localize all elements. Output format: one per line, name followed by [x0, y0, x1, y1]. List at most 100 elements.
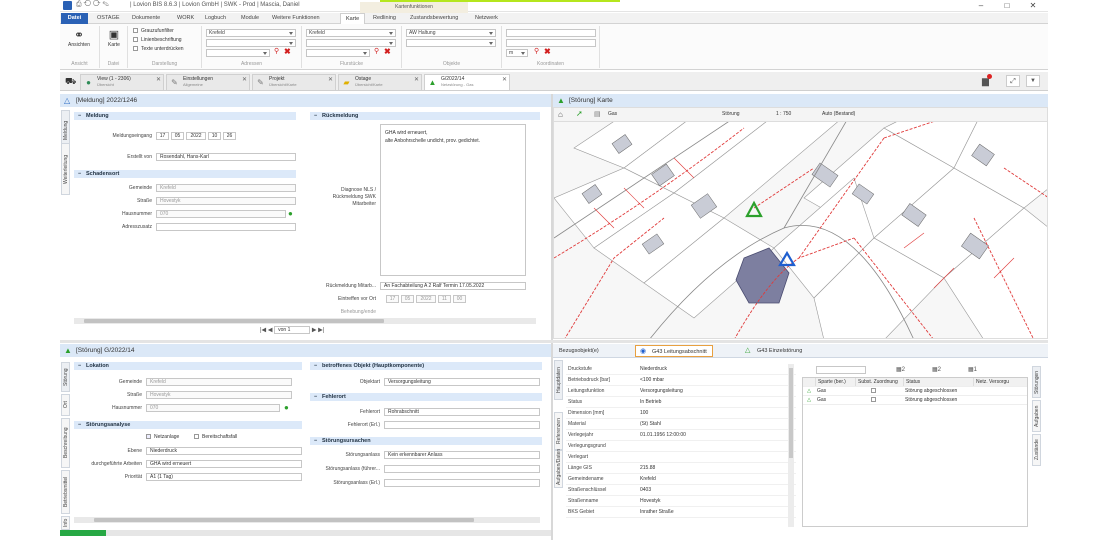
doc-tab-projekt[interactable]: ✎ Projekt Übersicht/Karte ✕: [252, 74, 336, 90]
stoerung-scrollbar[interactable]: [74, 517, 540, 523]
adressen-gemeinde-select[interactable]: Krefeld: [206, 29, 296, 37]
tab-redlining[interactable]: Redlining: [368, 13, 401, 24]
netzanlage-checkbox[interactable]: Netzanlage: [146, 434, 179, 440]
linienbeschriftung-checkbox[interactable]: Linienbeschriftung: [133, 37, 182, 43]
pin-icon[interactable]: ⚲: [274, 47, 279, 55]
koordinate-y-input[interactable]: [506, 39, 596, 47]
arbeiten-field[interactable]: GHA wird erneuert: [146, 460, 302, 468]
meldungseingang-month[interactable]: 05: [171, 132, 184, 140]
clear-icon[interactable]: ✖: [284, 47, 291, 56]
car-icon[interactable]: ⛟: [65, 76, 76, 88]
bereitschaftsfall-checkbox[interactable]: Bereitschaftsfall: [194, 434, 237, 440]
eintreffen-day[interactable]: 17: [386, 295, 399, 303]
flurstueck-nummer-select[interactable]: [306, 49, 370, 57]
lokation-gemeinde-field[interactable]: Krefeld: [146, 378, 292, 386]
doc-tab-view[interactable]: ● View (1 - 2306) Übersicht ✕: [80, 74, 164, 90]
tab-karte[interactable]: Karte: [340, 13, 366, 24]
meldungseingang-year[interactable]: 2022: [186, 132, 206, 140]
vtab-referenzen[interactable]: Referenzen: [554, 412, 563, 450]
vtab-stoerung[interactable]: Störung: [61, 362, 70, 392]
last-page-icon[interactable]: ▶|: [318, 328, 324, 334]
map-layer-select[interactable]: Störung: [722, 111, 740, 117]
eintreffen-minute[interactable]: 00: [453, 295, 466, 303]
tab-weitere-funktionen[interactable]: Weitere Funktionen: [267, 13, 325, 24]
first-page-icon[interactable]: |◀: [260, 328, 266, 334]
dropdown-icon[interactable]: ▼: [1026, 75, 1040, 87]
map-mode-select[interactable]: Auto (Bestand): [822, 111, 855, 117]
fehlerort-erl-field[interactable]: [384, 421, 540, 429]
doc-tab-einstellungen[interactable]: ✎ Einstellungen Allgemeine ✕: [166, 74, 250, 90]
tab-logbuch[interactable]: Logbuch: [200, 13, 231, 24]
vtab-beschreibung[interactable]: Beschreibung: [61, 418, 70, 468]
eintreffen-year[interactable]: 2022: [416, 295, 436, 303]
tab-datei[interactable]: Datei: [61, 13, 88, 24]
meldungseingang-day[interactable]: 17: [156, 132, 169, 140]
table-row[interactable]: △ Gas Störung abgeschlossen: [803, 396, 1027, 405]
map-home-icon[interactable]: ⌂: [558, 110, 563, 119]
tab-work[interactable]: WORK: [172, 13, 199, 24]
meldungseingang-minute[interactable]: 26: [223, 132, 236, 140]
eintreffen-month[interactable]: 05: [401, 295, 414, 303]
page-number-input[interactable]: von 1: [274, 326, 311, 334]
grid-export-icon[interactable]: ▦1: [968, 366, 977, 373]
grid-search-input[interactable]: [816, 366, 866, 374]
close-icon[interactable]: ✕: [1024, 1, 1042, 11]
ansichten-button[interactable]: ⚭ Ansichten: [64, 28, 94, 48]
objekte-id-input[interactable]: [406, 39, 496, 47]
map-view[interactable]: [553, 107, 1048, 339]
close-tab-icon[interactable]: ✕: [414, 77, 419, 83]
vtab-aufgaben[interactable]: Aufgaben: [1032, 400, 1041, 432]
tab-netzwerk[interactable]: Netzwerk: [470, 13, 503, 24]
location-pin-icon[interactable]: ●: [284, 403, 289, 412]
map-forward-icon[interactable]: ➚: [576, 109, 583, 118]
col-subst[interactable]: Subst. Zuordnung: [855, 378, 903, 386]
map-canvas[interactable]: [554, 108, 1048, 339]
lokation-strasse-field[interactable]: Hovestyk: [146, 391, 292, 399]
stoerungsanlass-erl-field[interactable]: [384, 479, 540, 487]
location-pin-icon[interactable]: ●: [288, 209, 293, 218]
strasse-field[interactable]: Hovestyk: [156, 197, 296, 205]
map-sparte-select[interactable]: Gas: [608, 111, 617, 117]
objektart-field[interactable]: Versorgungsleitung: [384, 378, 540, 386]
rueckmeldung-mitarbeiter-field[interactable]: An Fachabteilung A 2 Ralf Termin 17.05.2…: [380, 282, 526, 290]
objekte-typ-select[interactable]: AW Haltung: [406, 29, 496, 37]
rueckmeldung-textarea[interactable]: GHA wird erneuert, alte Anbohrschelle un…: [380, 124, 526, 276]
erstellt-von-field[interactable]: Rosendahl, Hans-Karl: [156, 153, 296, 161]
notification-icon[interactable]: ▆: [982, 74, 992, 87]
vtab-aufgaben-daten[interactable]: Aufgaben/Daten: [554, 449, 563, 488]
koordinate-unit-select[interactable]: m: [506, 49, 528, 57]
close-tab-icon[interactable]: ✕: [502, 77, 507, 83]
doc-tab-ostage[interactable]: ▰ Ostage Übersicht/Karte ✕: [338, 74, 422, 90]
grauzufunfilter-checkbox[interactable]: Grauzufunfilter: [133, 28, 174, 34]
maximize-icon[interactable]: □: [998, 1, 1016, 11]
vtab-betriebsmittel[interactable]: Betriebsmittel: [61, 470, 70, 514]
minimize-icon[interactable]: –: [972, 1, 990, 11]
map-scale-select[interactable]: 1 : 750: [776, 111, 791, 117]
pin-icon[interactable]: ⚲: [534, 47, 539, 55]
horizontal-splitter[interactable]: [60, 340, 1048, 343]
adressen-hausnummer-select[interactable]: [206, 49, 270, 57]
gemeinde-field[interactable]: Krefeld: [156, 184, 296, 192]
property-scrollbar[interactable]: [788, 364, 794, 527]
meldungseingang-hour[interactable]: 10: [208, 132, 221, 140]
quick-access-icons[interactable]: ⎙ ⟲ ⟳ ✎: [76, 1, 109, 9]
tab-ostage[interactable]: OSTAGE: [92, 13, 125, 24]
pin-icon[interactable]: ⚲: [374, 47, 379, 55]
tab-leitungsabschnitt[interactable]: ◉ G43 Leitungsabschnitt: [635, 345, 713, 357]
vtab-zustaende[interactable]: Zustände: [1032, 434, 1041, 466]
col-status[interactable]: Status: [903, 378, 973, 386]
flurstueck-flur-select[interactable]: [306, 39, 396, 47]
vtab-info[interactable]: Info: [61, 516, 70, 530]
doc-tab-stoerung[interactable]: ▲ G/2022/14 Netzstörung - Gas ✕: [424, 74, 510, 90]
map-layers-icon[interactable]: ▤: [594, 110, 601, 118]
close-tab-icon[interactable]: ✕: [328, 77, 333, 83]
texte-unterdruecken-checkbox[interactable]: Texte unterdrücken: [133, 46, 184, 52]
grid-select-icon[interactable]: ▦2: [932, 366, 941, 373]
fehlerort-field[interactable]: Rohrabschnitt: [384, 408, 540, 416]
close-tab-icon[interactable]: ✕: [156, 77, 161, 83]
hausnummer-field[interactable]: 070: [156, 210, 286, 218]
karte-button[interactable]: ▣ Karte: [102, 28, 126, 48]
tab-module[interactable]: Module: [236, 13, 264, 24]
grid-filter-icon[interactable]: ▦2: [896, 366, 905, 373]
flurstueck-gemeinde-select[interactable]: Krefeld: [306, 29, 396, 37]
